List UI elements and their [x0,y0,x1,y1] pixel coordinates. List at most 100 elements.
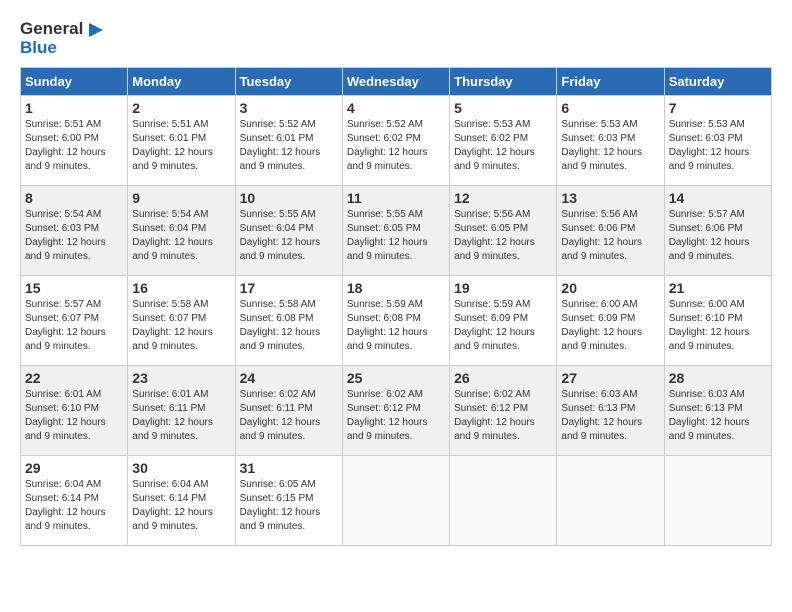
day-cell [664,456,771,546]
day-cell: 16 Sunrise: 5:58 AMSunset: 6:07 PMDayligh… [128,276,235,366]
logo-general: General [20,19,83,38]
day-cell: 31Sunrise: 6:05 AMSunset: 6:15 PMDayligh… [235,456,342,546]
day-info: Sunrise: 5:54 AMSunset: 6:04 PMDaylight:… [132,208,230,264]
day-cell: 27 Sunrise: 6:03 AMSunset: 6:13 PMDayligh… [557,366,664,456]
day-cell [557,456,664,546]
day-info: Sunrise: 5:56 AMSunset: 6:05 PMDaylight:… [454,208,552,264]
day-cell [342,456,449,546]
day-cell: 25 Sunrise: 6:02 AMSunset: 6:12 PMDayligh… [342,366,449,456]
day-info: Sunrise: 6:03 AMSunset: 6:13 PMDaylight:… [561,388,659,444]
day-number: 10 [240,190,338,206]
header-cell-friday: Friday [557,68,664,96]
day-info: Sunrise: 6:01 AMSunset: 6:11 PMDaylight:… [132,388,230,444]
day-number: 17 [240,280,338,296]
day-cell: 10 Sunrise: 5:55 AMSunset: 6:04 PMDayligh… [235,186,342,276]
day-info: Sunrise: 5:51 AMSunset: 6:00 PMDaylight:… [25,118,123,174]
day-number: 1 [25,100,123,116]
header-cell-tuesday: Tuesday [235,68,342,96]
day-info: Sunrise: 5:58 AMSunset: 6:07 PMDaylight:… [132,298,230,354]
day-number: 14 [669,190,767,206]
day-cell: 30Sunrise: 6:04 AMSunset: 6:14 PMDayligh… [128,456,235,546]
header-cell-saturday: Saturday [664,68,771,96]
week-row-1: 1 Sunrise: 5:51 AMSunset: 6:00 PMDaylight… [21,96,772,186]
day-cell: 23 Sunrise: 6:01 AMSunset: 6:11 PMDayligh… [128,366,235,456]
day-number: 9 [132,190,230,206]
day-cell: 12 Sunrise: 5:56 AMSunset: 6:05 PMDayligh… [450,186,557,276]
day-info: Sunrise: 5:55 AMSunset: 6:04 PMDaylight:… [240,208,338,264]
day-info: Sunrise: 5:53 AMSunset: 6:03 PMDaylight:… [561,118,659,174]
day-cell: 7 Sunrise: 5:53 AMSunset: 6:03 PMDaylight… [664,96,771,186]
day-number: 2 [132,100,230,116]
day-cell: 4 Sunrise: 5:52 AMSunset: 6:02 PMDaylight… [342,96,449,186]
day-info: Sunrise: 6:01 AMSunset: 6:10 PMDaylight:… [25,388,123,444]
day-number: 11 [347,190,445,206]
day-cell: 28 Sunrise: 6:03 AMSunset: 6:13 PMDayligh… [664,366,771,456]
day-number: 15 [25,280,123,296]
day-number: 6 [561,100,659,116]
day-number: 18 [347,280,445,296]
day-info: Sunrise: 6:02 AMSunset: 6:12 PMDaylight:… [347,388,445,444]
logo: General Blue [20,20,103,57]
day-number: 4 [347,100,445,116]
day-info: Sunrise: 6:00 AMSunset: 6:09 PMDaylight:… [561,298,659,354]
day-number: 7 [669,100,767,116]
day-info: Sunrise: 5:53 AMSunset: 6:03 PMDaylight:… [669,118,767,174]
day-number: 29 [25,460,123,476]
week-row-5: 29 Sunrise: 6:04 AMSunset: 6:14 PMDayligh… [21,456,772,546]
day-number: 21 [669,280,767,296]
logo-blue: Blue [20,38,57,57]
day-cell: 21Sunrise: 6:00 AMSunset: 6:10 PMDayligh… [664,276,771,366]
day-info: Sunrise: 5:55 AMSunset: 6:05 PMDaylight:… [347,208,445,264]
day-number: 25 [347,370,445,386]
day-number: 3 [240,100,338,116]
day-number: 19 [454,280,552,296]
day-cell [450,456,557,546]
day-info: Sunrise: 5:57 AMSunset: 6:06 PMDaylight:… [669,208,767,264]
day-cell: 5 Sunrise: 5:53 AMSunset: 6:02 PMDaylight… [450,96,557,186]
day-info: Sunrise: 6:02 AMSunset: 6:11 PMDaylight:… [240,388,338,444]
day-cell: 6 Sunrise: 5:53 AMSunset: 6:03 PMDaylight… [557,96,664,186]
day-cell: 22 Sunrise: 6:01 AMSunset: 6:10 PMDayligh… [21,366,128,456]
day-cell: 1 Sunrise: 5:51 AMSunset: 6:00 PMDaylight… [21,96,128,186]
day-number: 31 [240,460,338,476]
day-info: Sunrise: 6:04 AMSunset: 6:14 PMDaylight:… [132,478,230,534]
day-number: 12 [454,190,552,206]
day-number: 22 [25,370,123,386]
logo-block: General Blue [20,20,103,57]
day-cell: 15Sunrise: 5:57 AMSunset: 6:07 PMDayligh… [21,276,128,366]
day-cell: 9 Sunrise: 5:54 AMSunset: 6:04 PMDaylight… [128,186,235,276]
day-info: Sunrise: 6:03 AMSunset: 6:13 PMDaylight:… [669,388,767,444]
header-row: SundayMondayTuesdayWednesdayThursdayFrid… [21,68,772,96]
header-cell-sunday: Sunday [21,68,128,96]
logo-arrow-icon [85,21,103,39]
day-cell: 8Sunrise: 5:54 AMSunset: 6:03 PMDaylight… [21,186,128,276]
day-info: Sunrise: 5:59 AMSunset: 6:08 PMDaylight:… [347,298,445,354]
day-info: Sunrise: 5:53 AMSunset: 6:02 PMDaylight:… [454,118,552,174]
day-info: Sunrise: 6:04 AMSunset: 6:14 PMDaylight:… [25,478,123,534]
day-number: 26 [454,370,552,386]
day-number: 8 [25,190,123,206]
header-cell-wednesday: Wednesday [342,68,449,96]
day-cell: 3Sunrise: 5:52 AMSunset: 6:01 PMDaylight… [235,96,342,186]
day-info: Sunrise: 5:58 AMSunset: 6:08 PMDaylight:… [240,298,338,354]
day-cell: 24Sunrise: 6:02 AMSunset: 6:11 PMDayligh… [235,366,342,456]
day-cell: 19Sunrise: 5:59 AMSunset: 6:09 PMDayligh… [450,276,557,366]
week-row-3: 15Sunrise: 5:57 AMSunset: 6:07 PMDayligh… [21,276,772,366]
day-number: 13 [561,190,659,206]
day-number: 5 [454,100,552,116]
day-cell: 14 Sunrise: 5:57 AMSunset: 6:06 PMDayligh… [664,186,771,276]
header-cell-thursday: Thursday [450,68,557,96]
header-cell-monday: Monday [128,68,235,96]
calendar-table: SundayMondayTuesdayWednesdayThursdayFrid… [20,67,772,546]
day-cell: 20 Sunrise: 6:00 AMSunset: 6:09 PMDayligh… [557,276,664,366]
day-cell: 26Sunrise: 6:02 AMSunset: 6:12 PMDayligh… [450,366,557,456]
day-cell: 2Sunrise: 5:51 AMSunset: 6:01 PMDaylight… [128,96,235,186]
day-cell: 11 Sunrise: 5:55 AMSunset: 6:05 PMDayligh… [342,186,449,276]
day-number: 16 [132,280,230,296]
day-info: Sunrise: 5:52 AMSunset: 6:02 PMDaylight:… [347,118,445,174]
day-number: 27 [561,370,659,386]
day-number: 28 [669,370,767,386]
day-number: 20 [561,280,659,296]
day-cell: 29 Sunrise: 6:04 AMSunset: 6:14 PMDayligh… [21,456,128,546]
day-number: 23 [132,370,230,386]
